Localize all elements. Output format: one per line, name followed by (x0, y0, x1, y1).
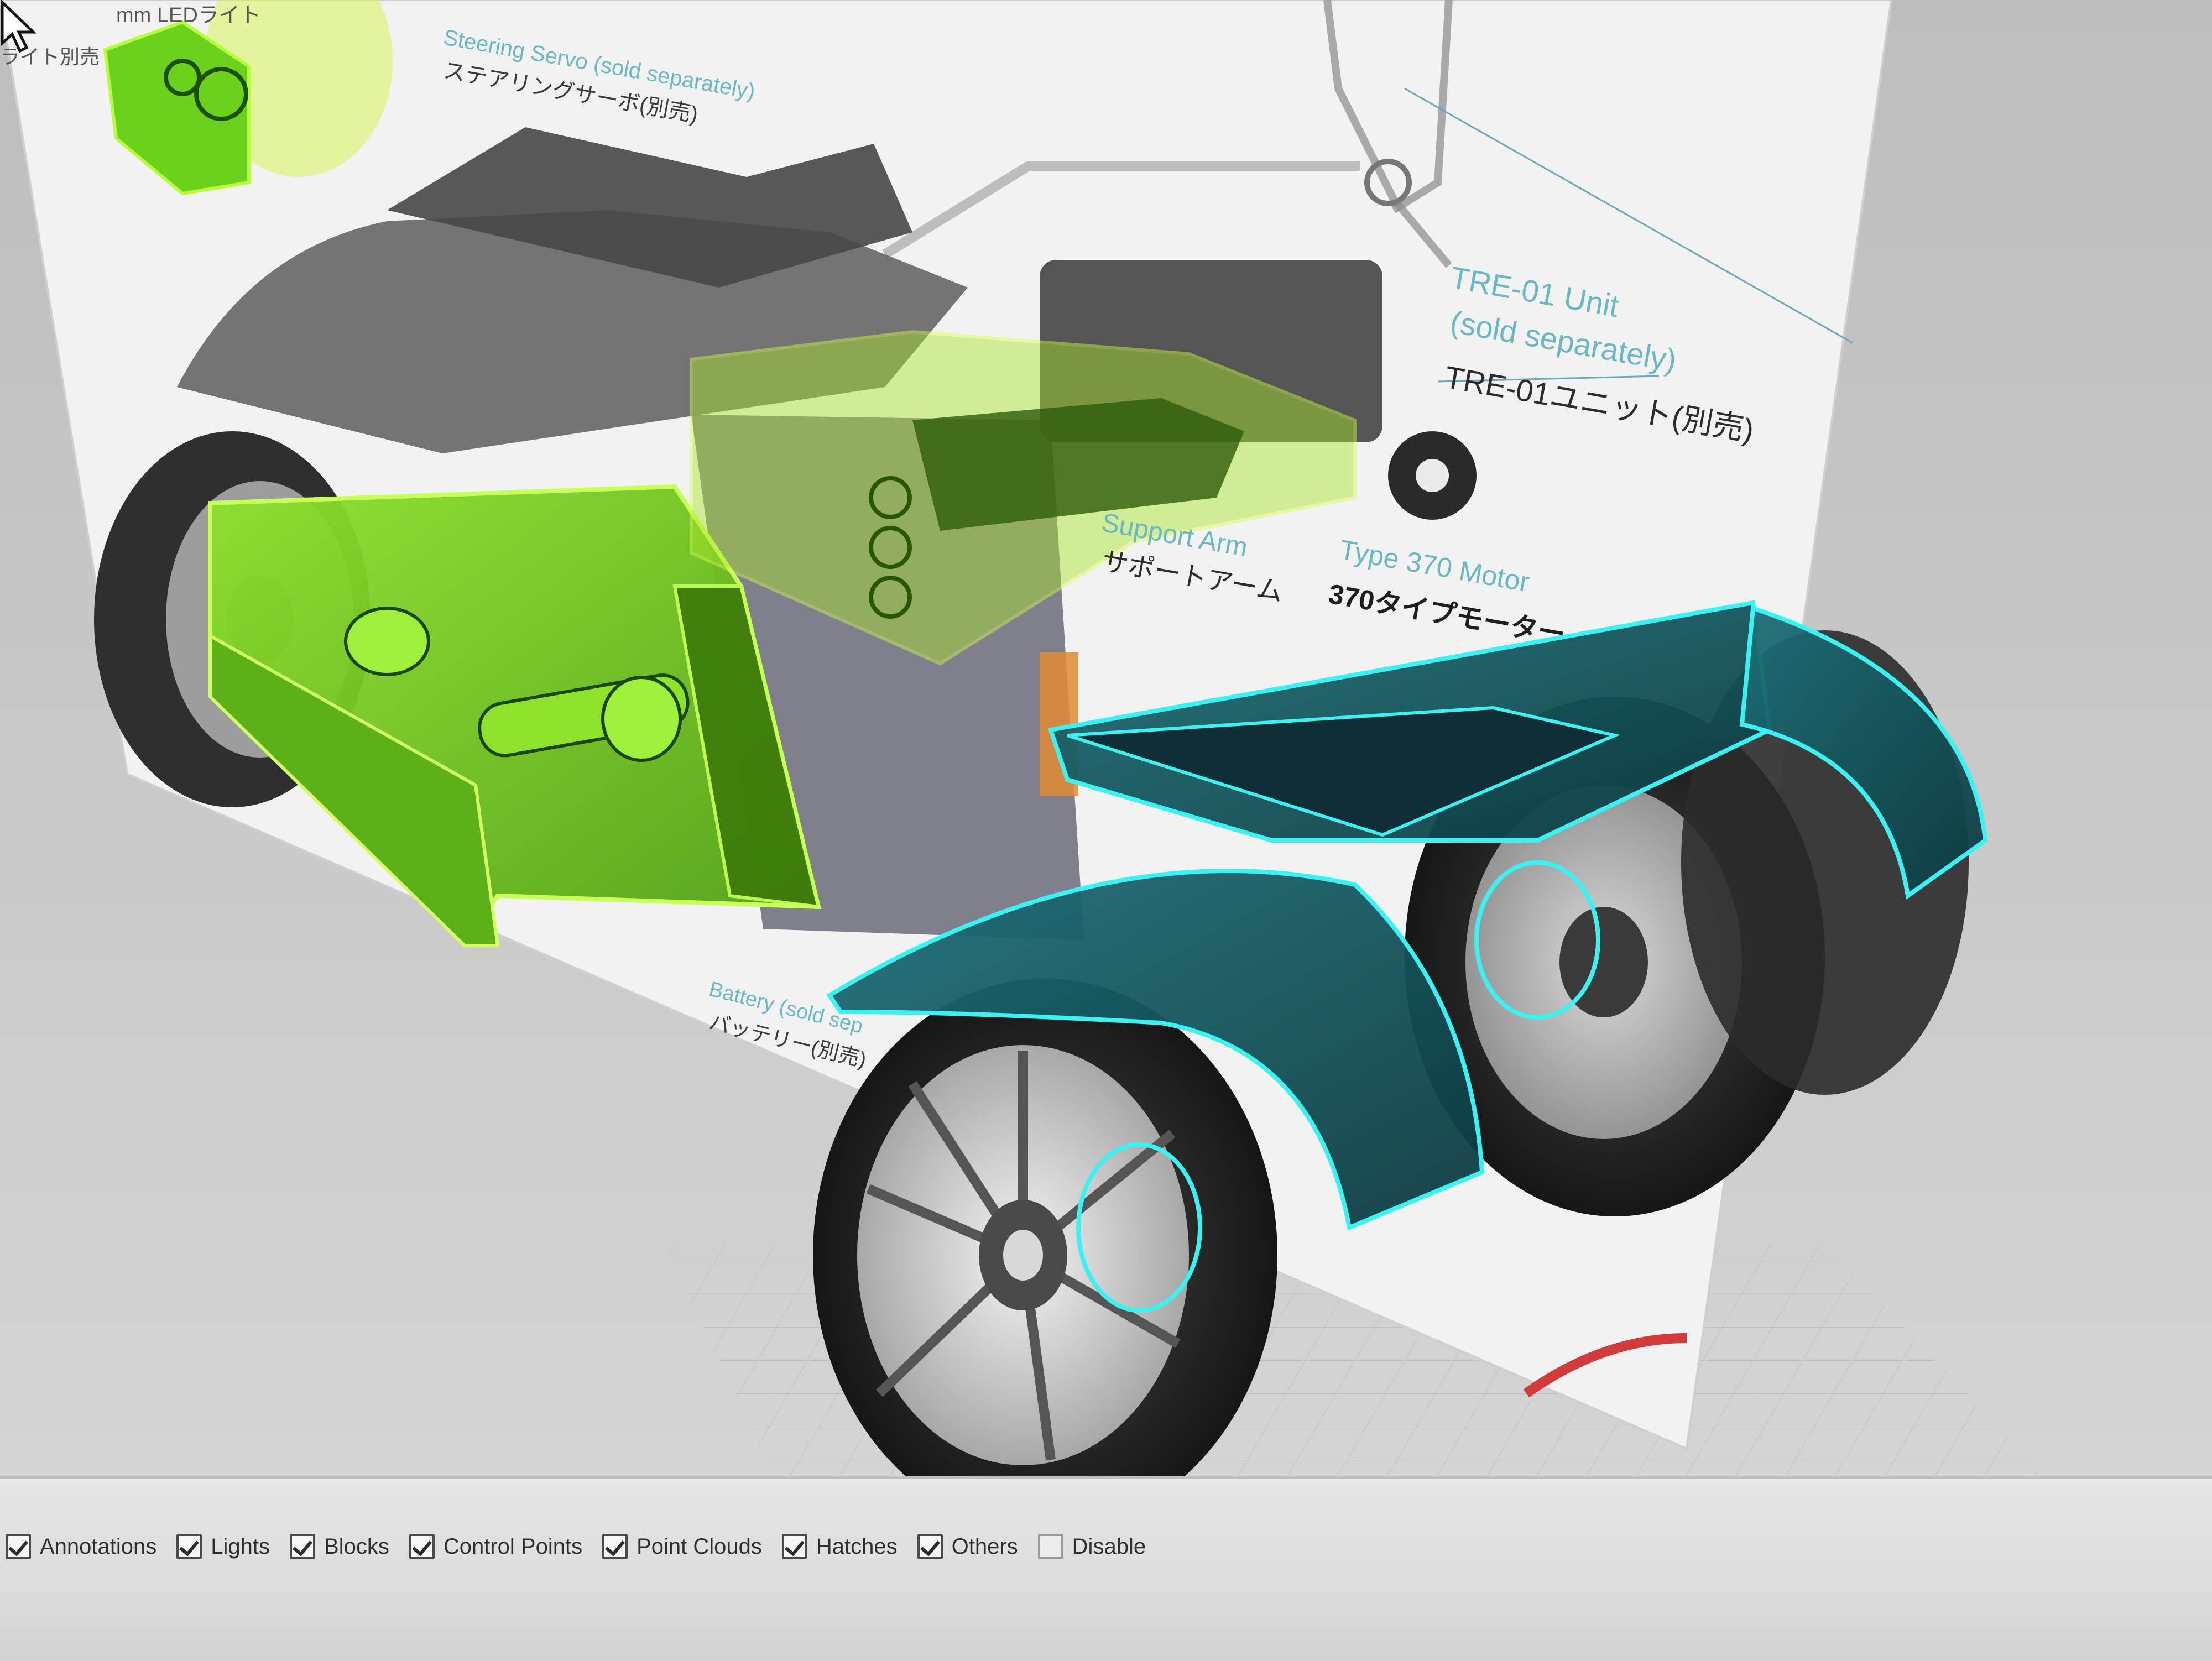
3d-viewport[interactable]: mm LEDライト ライト別売 Steering Servo (sold sep… (0, 0, 2212, 1476)
filter-disable[interactable]: Disable (1037, 1534, 1146, 1559)
filter-others-checkbox[interactable] (917, 1534, 943, 1559)
filter-lights[interactable]: Lights (176, 1534, 270, 1559)
filter-hatches-checkbox[interactable] (781, 1534, 807, 1559)
filter-lights-label: Lights (211, 1534, 270, 1559)
filter-hatches-label: Hatches (816, 1534, 898, 1559)
mouse-cursor-icon (1, 0, 37, 53)
filter-others-label: Others (951, 1534, 1018, 1559)
filter-point-clouds-checkbox[interactable] (602, 1534, 628, 1559)
filter-row: Annotations Lights Blocks Control Points Poi… (6, 1534, 1166, 1559)
filter-blocks-label: Blocks (324, 1534, 389, 1559)
viewport-scene: mm LEDライト ライト別売 Steering Servo (sold sep… (0, 0, 2046, 1476)
filter-lights-checkbox[interactable] (176, 1534, 202, 1559)
filter-annotations-label: Annotations (40, 1534, 157, 1559)
filter-point-clouds[interactable]: Point Clouds (602, 1534, 762, 1559)
filter-point-clouds-label: Point Clouds (637, 1534, 762, 1559)
label-led-top: mm LEDライト (116, 4, 261, 27)
filter-control-points[interactable]: Control Points (409, 1534, 582, 1559)
filter-annotations[interactable]: Annotations (6, 1534, 156, 1559)
filter-hatches[interactable]: Hatches (781, 1534, 898, 1559)
filter-others[interactable]: Others (917, 1534, 1018, 1559)
filter-annotations-checkbox[interactable] (6, 1534, 31, 1559)
filter-disable-label: Disable (1072, 1534, 1146, 1559)
filter-control-points-checkbox[interactable] (409, 1534, 435, 1559)
filter-blocks[interactable]: Blocks (290, 1534, 389, 1559)
filter-disable-checkbox[interactable] (1037, 1534, 1063, 1559)
filter-control-points-label: Control Points (443, 1534, 583, 1559)
filter-blocks-checkbox[interactable] (290, 1534, 316, 1559)
selection-filter-bar: Annotations Lights Blocks Control Points Poi… (0, 1476, 2212, 1661)
